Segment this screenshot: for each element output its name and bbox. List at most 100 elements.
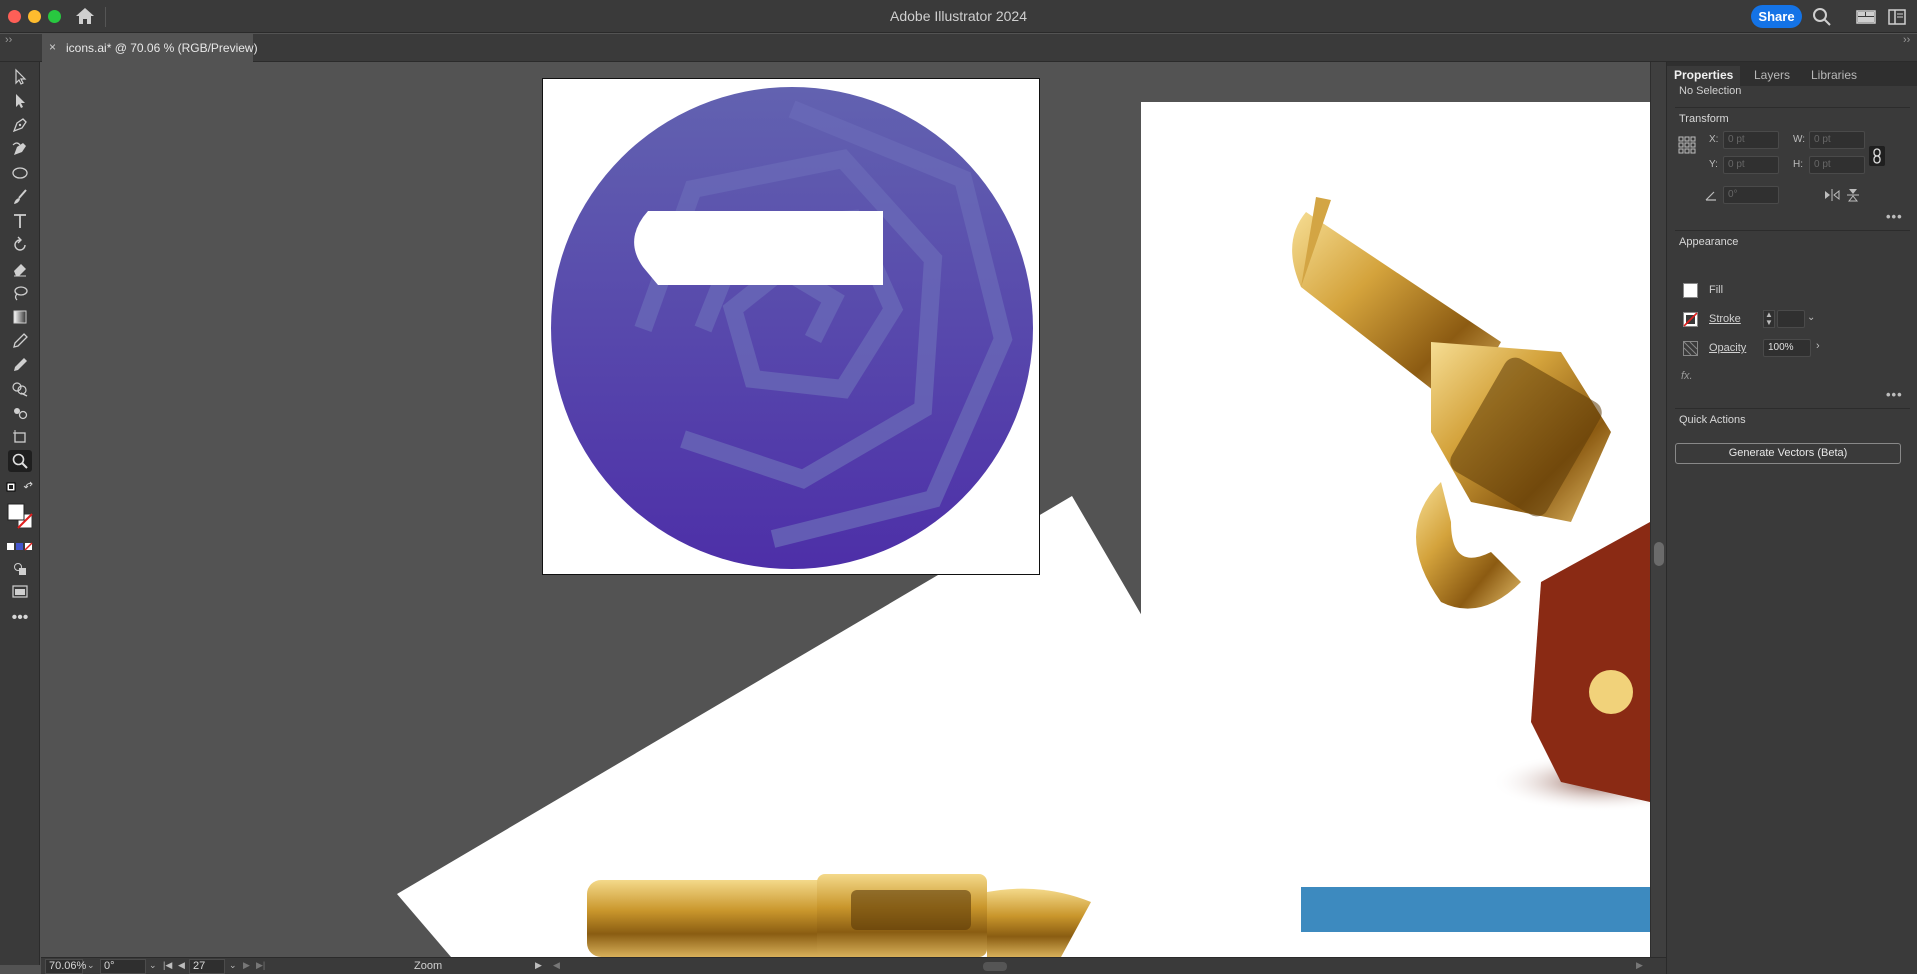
fill-stroke-swatch-icon[interactable] <box>4 500 36 534</box>
horizontal-scrollbar-thumb[interactable] <box>983 962 1007 971</box>
search-icon[interactable] <box>1812 7 1832 27</box>
stroke-swatch[interactable] <box>1683 312 1698 327</box>
gradient-tool-icon[interactable] <box>8 306 32 328</box>
quick-actions-heading: Quick Actions <box>1679 414 1746 426</box>
title-separator <box>105 7 106 27</box>
tab-properties[interactable]: Properties <box>1667 66 1741 86</box>
vertical-scrollbar[interactable] <box>1650 62 1666 957</box>
flip-horizontal-icon[interactable] <box>1824 189 1840 201</box>
tab-layers[interactable]: Layers <box>1747 66 1797 86</box>
constrain-proportions-icon[interactable] <box>1869 146 1885 166</box>
revolver-illustration <box>1292 197 1650 812</box>
w-field[interactable]: 0 pt <box>1809 131 1865 149</box>
y-field[interactable]: 0 pt <box>1723 156 1779 174</box>
opacity-chevron-right-icon[interactable]: › <box>1816 340 1820 352</box>
status-bar: 70.06% ⌄ 0° ⌄ |◀ ◀ 27 ⌄ ▶ ▶| Zoom ▶ ◀ ▶ <box>41 957 1666 974</box>
h-label: H: <box>1793 159 1803 170</box>
divider <box>1675 107 1910 108</box>
fx-button[interactable]: fx. <box>1681 370 1693 382</box>
workspace-switcher-icon[interactable] <box>1856 7 1876 27</box>
color-mode-icon[interactable] <box>4 536 36 558</box>
lasso-tool-icon[interactable] <box>8 282 32 304</box>
h-field[interactable]: 0 pt <box>1809 156 1865 174</box>
artboard-tool-icon[interactable] <box>8 426 32 448</box>
divider <box>1675 230 1910 231</box>
scroll-left-icon[interactable]: ◀ <box>553 960 560 971</box>
first-artboard-icon[interactable]: |◀ <box>163 960 172 971</box>
screen-mode-icon[interactable] <box>8 580 32 602</box>
stroke-weight-stepper[interactable]: ▲ ▼ <box>1763 310 1775 328</box>
stroke-label[interactable]: Stroke <box>1709 313 1741 325</box>
selection-status: No Selection <box>1679 85 1742 97</box>
minimize-window-button[interactable] <box>28 10 41 23</box>
direct-selection-tool-icon[interactable] <box>8 90 32 112</box>
transform-more-options[interactable]: ••• <box>1886 209 1903 224</box>
zoom-dropdown-icon[interactable]: ⌄ <box>87 960 95 971</box>
tab-libraries[interactable]: Libraries <box>1804 66 1864 86</box>
panel-tabs: Properties Layers Libraries <box>1667 62 1917 86</box>
zoom-level-field[interactable]: 70.06% <box>45 959 86 974</box>
previous-artboard-icon[interactable]: ◀ <box>178 960 185 971</box>
divider <box>1675 408 1910 409</box>
artboard-icon[interactable] <box>542 78 1040 575</box>
zoom-tool-icon[interactable] <box>8 450 32 472</box>
canvas-area[interactable] <box>41 62 1650 957</box>
document-tab-bar: ›› × icons.ai* @ 70.06 % (RGB/Preview) ›… <box>0 34 1917 62</box>
reference-point-icon[interactable] <box>1678 136 1696 154</box>
current-tool-label: Zoom <box>414 960 443 972</box>
appearance-more-options[interactable]: ••• <box>1886 387 1903 402</box>
eyedropper-tool-icon[interactable] <box>8 330 32 352</box>
x-field[interactable]: 0 pt <box>1723 131 1779 149</box>
blend-tool-icon[interactable] <box>8 354 32 376</box>
artboard-dropdown-icon[interactable]: ⌄ <box>229 960 237 971</box>
fill-swatch[interactable] <box>1683 283 1698 298</box>
type-tool-icon[interactable] <box>8 210 32 232</box>
rotation-field[interactable]: 0° <box>100 959 146 974</box>
scrollbar-thumb[interactable] <box>1654 542 1664 566</box>
selection-tool-icon[interactable] <box>8 66 32 88</box>
revolver-image[interactable] <box>1141 102 1650 957</box>
rotate-angle-icon <box>1705 191 1716 201</box>
home-icon[interactable] <box>75 7 95 25</box>
last-artboard-icon[interactable]: ▶| <box>256 960 265 971</box>
scroll-right-icon[interactable]: ▶ <box>1636 960 1643 971</box>
appearance-heading: Appearance <box>1679 236 1739 248</box>
pen-tool-icon[interactable] <box>8 114 32 136</box>
artboard-number-field[interactable]: 27 <box>189 959 225 974</box>
symbol-sprayer-tool-icon[interactable] <box>8 402 32 424</box>
shape-builder-tool-icon[interactable] <box>8 378 32 400</box>
angle-field[interactable]: 0° <box>1723 186 1779 204</box>
document-tab[interactable]: × icons.ai* @ 70.06 % (RGB/Preview) <box>42 34 258 62</box>
close-tab-icon[interactable]: × <box>49 40 56 54</box>
close-window-button[interactable] <box>8 10 21 23</box>
opacity-label[interactable]: Opacity <box>1709 342 1746 354</box>
edit-toolbar-icon[interactable]: ••• <box>8 607 32 629</box>
stroke-weight-dropdown-icon[interactable]: ⌄ <box>1807 312 1815 323</box>
flip-vertical-icon[interactable] <box>1847 188 1859 202</box>
collapse-panels-icon[interactable]: ›› <box>1903 34 1910 46</box>
paintbrush-tool-icon[interactable] <box>8 186 32 208</box>
opacity-field[interactable]: 100% <box>1763 339 1811 357</box>
stroke-weight-field[interactable] <box>1777 310 1805 328</box>
eraser-tool-icon[interactable] <box>8 258 32 280</box>
zoom-window-button[interactable] <box>48 10 61 23</box>
next-artboard-icon[interactable]: ▶ <box>243 960 250 971</box>
status-menu-icon[interactable]: ▶ <box>535 960 542 971</box>
blue-strip <box>1301 887 1650 932</box>
collapse-toolbar-icon[interactable]: ›› <box>5 34 12 46</box>
default-fill-stroke-icon[interactable] <box>4 478 36 500</box>
generate-vectors-button[interactable]: Generate Vectors (Beta) <box>1675 443 1901 464</box>
curvature-tool-icon[interactable] <box>8 138 32 160</box>
title-bar: Adobe Illustrator 2024 Share <box>0 0 1917 33</box>
share-button[interactable]: Share <box>1751 5 1802 28</box>
ellipse-tool-icon[interactable] <box>8 162 32 184</box>
x-label: X: <box>1709 134 1719 145</box>
tools-panel: ••• <box>0 62 40 965</box>
panel-layout-icon[interactable] <box>1887 7 1907 27</box>
document-tab-label: icons.ai* @ 70.06 % (RGB/Preview) <box>66 41 258 55</box>
rotation-dropdown-icon[interactable]: ⌄ <box>149 960 157 971</box>
draw-mode-icon[interactable] <box>8 558 32 580</box>
rotate-tool-icon[interactable] <box>8 234 32 256</box>
spiral-circle-icon[interactable] <box>543 79 1040 575</box>
fill-label: Fill <box>1709 284 1724 296</box>
